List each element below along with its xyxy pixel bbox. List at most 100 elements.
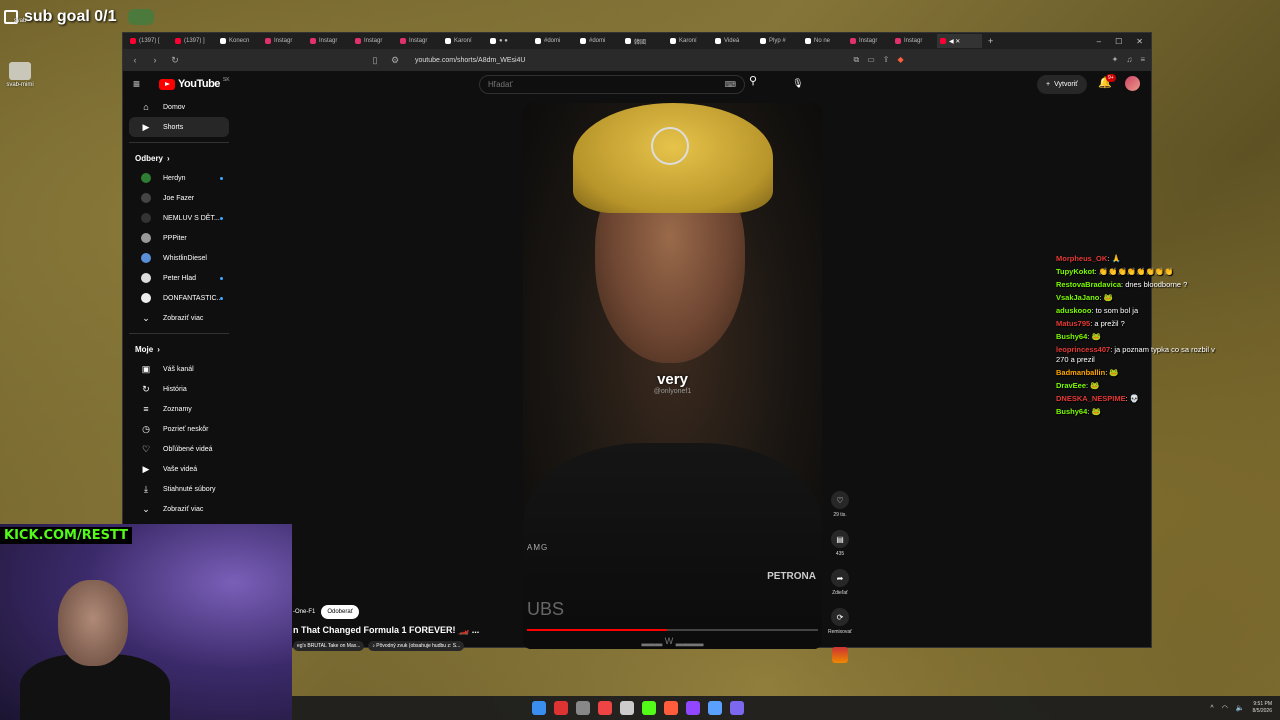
browser-tab[interactable]: Instagr: [262, 34, 307, 48]
menu-icon[interactable]: ≡: [1140, 55, 1145, 65]
browser-tab[interactable]: (1397) [: [127, 34, 172, 48]
url-field[interactable]: youtube.com/shorts/A8dm_WEsi4U: [415, 57, 845, 64]
sidebar-item-subscription[interactable]: Joe Fazer: [129, 188, 229, 208]
translate-icon[interactable]: ⧉: [853, 55, 859, 65]
browser-tab[interactable]: Instagr: [397, 34, 442, 48]
sidebar-item-you[interactable]: ⤓ Stiahnuté súbory: [129, 479, 229, 499]
taskbar-app-icon[interactable]: [730, 701, 744, 715]
search-icon[interactable]: ⚲: [749, 74, 757, 87]
forward-icon[interactable]: ›: [149, 55, 161, 65]
browser-tab[interactable]: Karoní: [442, 34, 487, 48]
desktop-icon[interactable]: svab-mimi: [6, 62, 34, 88]
clock[interactable]: 9:51 PM 8/5/2026: [1253, 701, 1272, 715]
sidebar-item-you[interactable]: ♡ Obľúbené videá: [129, 439, 229, 459]
sound-chip[interactable]: ♪ Pôvodný zvuk (obsahuje hudbu z: S...: [368, 641, 465, 651]
back-icon[interactable]: ‹: [129, 55, 141, 65]
like-button[interactable]: ♡: [831, 491, 849, 509]
new-tab-button[interactable]: +: [988, 36, 993, 46]
taskbar-app-icon[interactable]: [686, 701, 700, 715]
taskbar-app-icon[interactable]: [532, 701, 546, 715]
channel-name[interactable]: -One-F1: [293, 609, 315, 615]
chat-username[interactable]: RestovaBradavica: [1056, 280, 1121, 289]
search-input[interactable]: Hľadať ⌨: [479, 75, 745, 94]
comments-button[interactable]: ▤: [831, 530, 849, 548]
chat-username[interactable]: Bushy64: [1056, 407, 1087, 416]
taskbar-app-icon[interactable]: [598, 701, 612, 715]
sidebar-item-subscription[interactable]: PPPiter: [129, 228, 229, 248]
short-title[interactable]: n That Changed Formula 1 FOREVER! 🏎️ ...: [293, 625, 479, 636]
chat-username[interactable]: Morpheus_OK: [1056, 254, 1107, 263]
cast-icon[interactable]: ▭: [867, 55, 875, 65]
you-heading[interactable]: Moje ›: [123, 339, 235, 359]
chat-username[interactable]: TupyKokot: [1056, 267, 1095, 276]
browser-tab[interactable]: Instagr: [307, 34, 352, 48]
chat-username[interactable]: Badmanballin: [1056, 368, 1105, 377]
chat-username[interactable]: DravEee: [1056, 381, 1086, 390]
browser-tab[interactable]: Instagr: [352, 34, 397, 48]
create-button[interactable]: + Vytvoriť: [1037, 75, 1087, 94]
sidebar-item-subscription[interactable]: NEMLUV S DĚT...: [129, 208, 229, 228]
tray-chevron-icon[interactable]: ^: [1210, 705, 1213, 712]
chat-username[interactable]: Bushy64: [1056, 332, 1087, 341]
sidebar-item-shorts[interactable]: ▶ Shorts: [129, 117, 229, 137]
browser-tab[interactable]: Instagr: [892, 34, 937, 48]
sidebar-item-you[interactable]: ↻ História: [129, 379, 229, 399]
sidebar-item-subscription[interactable]: DONFANTASTIC...: [129, 288, 229, 308]
sidebar-show-more[interactable]: ⌄ Zobraziť viac: [129, 308, 229, 328]
progress-bar[interactable]: [527, 629, 818, 631]
brave-icon[interactable]: ◆: [897, 55, 903, 65]
taskbar-app-icon[interactable]: [576, 701, 590, 715]
bookmark-icon[interactable]: ▯: [369, 55, 381, 66]
sidebar-item-subscription[interactable]: WhistlinDiesel: [129, 248, 229, 268]
browser-tab[interactable]: #domi: [577, 34, 622, 48]
browser-tab[interactable]: No ne: [802, 34, 847, 48]
sidebar-item-domov[interactable]: ⌂ Domov: [129, 97, 229, 117]
minimize-icon[interactable]: –: [1097, 37, 1101, 46]
taskbar-app-icon[interactable]: [708, 701, 722, 715]
taskbar-app-icon[interactable]: [554, 701, 568, 715]
sidebar-item-subscription[interactable]: Herdyn: [129, 168, 229, 188]
browser-tab[interactable]: #domi: [532, 34, 577, 48]
chat-username[interactable]: leoprincess407: [1056, 345, 1110, 354]
share-icon[interactable]: ⇪: [883, 55, 890, 65]
subscriptions-heading[interactable]: Odbery ›: [123, 148, 235, 168]
remix-button[interactable]: ⟳: [831, 608, 849, 626]
browser-tab[interactable]: (1397) ]: [172, 34, 217, 48]
subscribe-button[interactable]: Odoberať: [321, 605, 359, 619]
maximize-icon[interactable]: ☐: [1115, 37, 1122, 46]
browser-tab[interactable]: Karoní: [667, 34, 712, 48]
youtube-logo[interactable]: YouTube SK: [159, 77, 230, 90]
taskbar-app-icon[interactable]: [642, 701, 656, 715]
taskbar-app-icon[interactable]: [664, 701, 678, 715]
sidebar-item-you[interactable]: ▶ Vaše videá: [129, 459, 229, 479]
sidebar-item-you[interactable]: ▣ Váš kanál: [129, 359, 229, 379]
browser-tab[interactable]: 韓國: [622, 34, 667, 48]
browser-tab[interactable]: Plyp #: [757, 34, 802, 48]
browser-tab[interactable]: Konecn: [217, 34, 262, 48]
site-info-icon[interactable]: ⚙: [389, 55, 401, 66]
sidebar-item-subscription[interactable]: Peter Hlad: [129, 268, 229, 288]
keyboard-icon[interactable]: ⌨: [724, 80, 736, 89]
menu-icon[interactable]: ≡: [133, 77, 149, 91]
sound-thumbnail[interactable]: [832, 647, 848, 663]
avatar[interactable]: [1125, 76, 1140, 91]
volume-icon[interactable]: 🔈: [1236, 704, 1245, 712]
media-icon[interactable]: ♫: [1126, 55, 1132, 65]
share-button[interactable]: ➦: [831, 569, 849, 587]
chat-username[interactable]: Matus795: [1056, 319, 1090, 328]
reload-icon[interactable]: ↻: [169, 55, 181, 66]
browser-tab[interactable]: ◀ ✕: [937, 34, 982, 48]
taskbar-app-icon[interactable]: [620, 701, 634, 715]
chat-username[interactable]: aduskooo: [1056, 306, 1091, 315]
chat-username[interactable]: VsakJaJano: [1056, 293, 1099, 302]
chat-username[interactable]: DNESKA_NESPIME: [1056, 394, 1126, 403]
sidebar-item-you[interactable]: ◷ Pozrieť neskôr: [129, 419, 229, 439]
sidebar-item-you[interactable]: ≡ Zoznamy: [129, 399, 229, 419]
browser-tab[interactable]: Videá: [712, 34, 757, 48]
short-player[interactable]: very @onlyonef1 AMG UBS PETRONA ▂▂▂ W ▂▂…: [523, 103, 822, 649]
sidebar-show-more[interactable]: ⌄ Zobraziť viac: [129, 499, 229, 519]
browser-tab[interactable]: Instagr: [847, 34, 892, 48]
mic-icon[interactable]: 🎙: [789, 74, 807, 92]
close-icon[interactable]: ✕: [1136, 37, 1143, 46]
desktop-icon[interactable]: svab: [6, 18, 34, 24]
